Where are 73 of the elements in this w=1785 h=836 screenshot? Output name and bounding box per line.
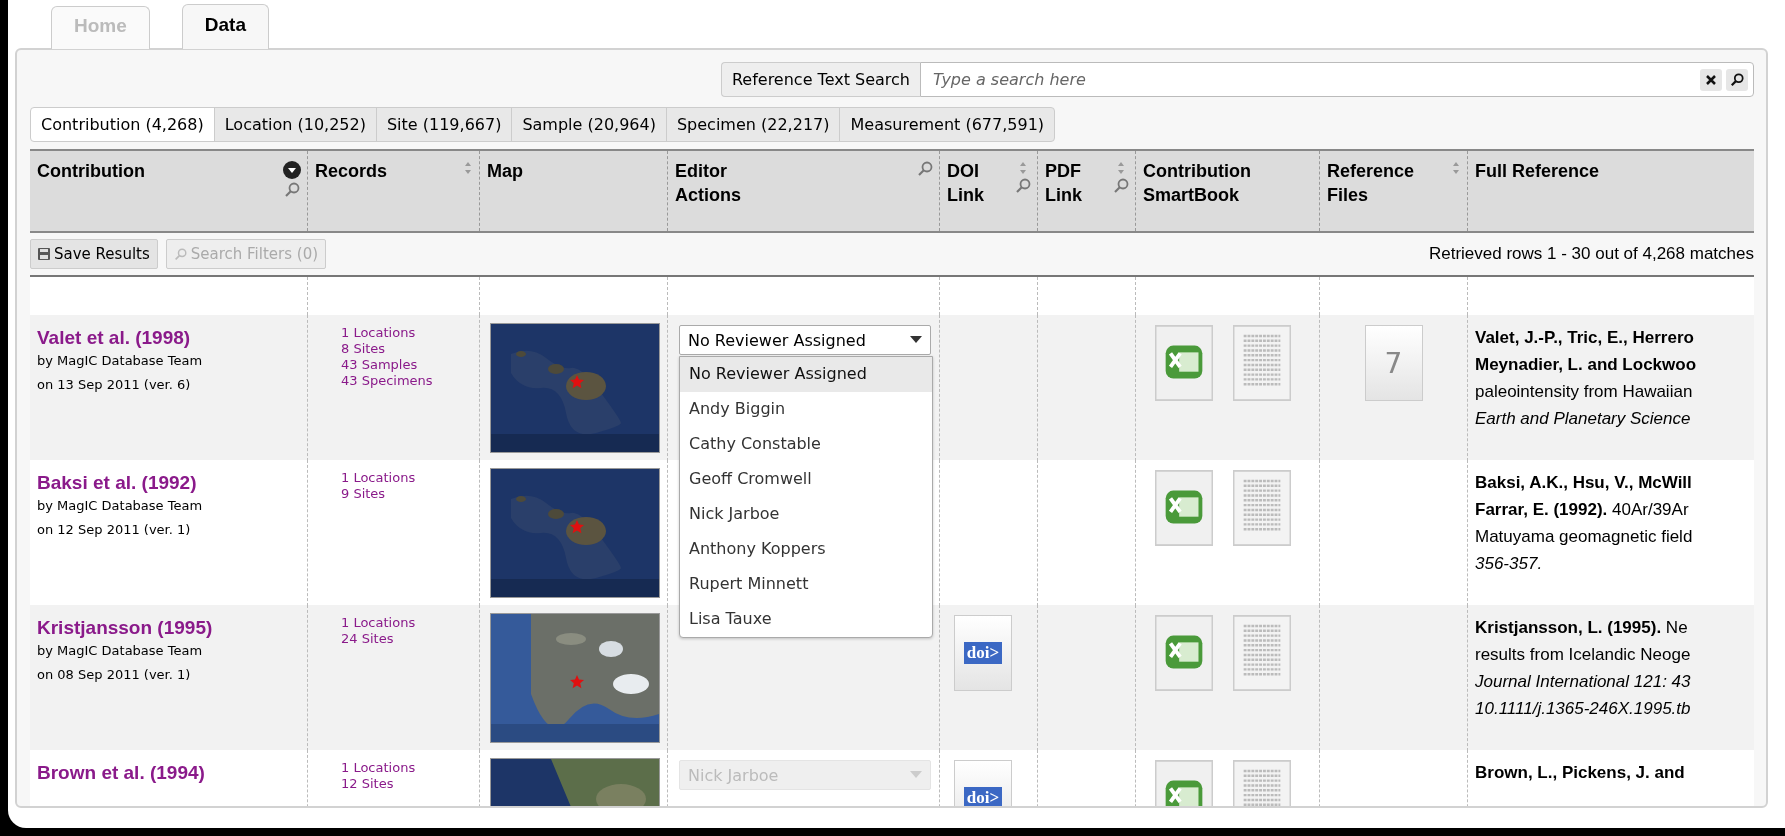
doi-link[interactable]: doi> <box>954 615 1012 691</box>
search-box[interactable]: Type a search here <box>920 62 1754 97</box>
column-header: DOI Link <box>947 160 984 207</box>
reference-text: Brown, L., Pickens, J. and <box>1475 762 1686 784</box>
records-link[interactable]: 9 Sites <box>341 486 386 502</box>
column-header: Map <box>487 160 523 183</box>
reviewer-option[interactable]: Anthony Koppers <box>680 532 932 567</box>
column-header: Reference Files <box>1327 160 1415 207</box>
caret-icon <box>910 771 922 779</box>
records-link[interactable]: 1 Locations <box>341 470 416 486</box>
nav-tab[interactable]: Data <box>181 4 269 49</box>
search-field[interactable]: Type a search here <box>931 69 1696 90</box>
entity-tab[interactable]: Contribution (4,268) <box>30 107 215 142</box>
author-text: by MagIC Database Team <box>37 497 204 515</box>
contribution-link[interactable]: Brown et al. (1994) <box>37 762 300 784</box>
contribution-link[interactable]: Valet et al. (1998) <box>37 327 300 349</box>
reviewer-option[interactable]: Rupert Minnett <box>680 567 932 602</box>
doi-link[interactable]: doi> <box>954 760 1012 806</box>
reviewer-option[interactable]: Lisa Tauxe <box>680 602 932 637</box>
reviewer-select[interactable]: No Reviewer Assigned <box>679 325 931 355</box>
search-icon <box>173 247 187 261</box>
contribution-link[interactable]: Kristjansson (1995) <box>37 617 300 639</box>
date-text: on 08 Sep 2011 (ver. 1) <box>37 666 192 684</box>
records-link[interactable]: 8 Sites <box>341 341 386 357</box>
reviewer-option[interactable]: Cathy Constable <box>680 427 932 462</box>
spreadsheet-icon[interactable] <box>1155 470 1213 546</box>
records-link[interactable]: 1 Locations <box>341 325 416 341</box>
document-icon[interactable] <box>1233 325 1291 401</box>
spreadsheet-icon[interactable] <box>1155 615 1213 691</box>
search-icon[interactable] <box>1726 68 1748 91</box>
date-text: on 13 Sep 2011 (ver. 6) <box>37 376 192 394</box>
records-link[interactable]: 1 Locations <box>341 615 416 631</box>
sort-menu-icon[interactable] <box>283 161 301 179</box>
sort-icon[interactable] <box>1451 161 1461 175</box>
reference-text: Valet, J.-P., Tric, E., Herrero Meynadier, L. and Lockwoo paleointensity from Hawaiian Earth and Planetary Science <box>1475 327 1698 430</box>
column-header: Editor Actions <box>675 160 741 207</box>
author-text: by MagIC Database Team <box>37 352 204 370</box>
entity-tab[interactable]: Measurement (677,591) <box>839 107 1056 142</box>
sort-icon[interactable] <box>1018 161 1028 175</box>
entity-tab[interactable]: Sample (20,964) <box>511 107 667 142</box>
reference-text: Kristjansson, L. (1995). Ne results from Icelandic Neoge Journal International 121: 43 10.1111/j.1365-246X.1995.tb <box>1475 617 1692 720</box>
entity-tab[interactable]: Location (10,252) <box>213 107 377 142</box>
reference-text: Baksi, A.K., Hsu, V., McWill Farrar, E. (1992). 40Ar/39Ar Matuyama geomagnetic field 356-357. <box>1475 472 1694 575</box>
contribution-link[interactable]: Baksi et al. (1992) <box>37 472 300 494</box>
reviewer-option[interactable]: No Reviewer Assigned <box>680 357 932 392</box>
save-results-button[interactable]: Save Results <box>30 239 158 269</box>
records-link[interactable]: 43 Samples <box>341 357 418 373</box>
records-link[interactable]: 1 Locations <box>341 760 416 776</box>
close-icon[interactable] <box>1700 68 1722 91</box>
entity-tab[interactable]: Specimen (22,217) <box>665 107 841 142</box>
records-link[interactable]: 24 Sites <box>341 631 394 647</box>
column-header: Contribution <box>37 160 145 183</box>
column-header: Contribution SmartBook <box>1143 160 1251 207</box>
records-link[interactable]: 12 Sites <box>341 776 394 792</box>
author-text: by MagIC Database Team <box>37 642 204 660</box>
results-count: Retrieved rows 1 - 30 out of 4,268 matches <box>1428 244 1754 264</box>
document-icon[interactable] <box>1233 470 1291 546</box>
search-label: Reference Text Search <box>720 62 920 97</box>
entity-tab[interactable]: Site (119,667) <box>375 107 513 142</box>
save-icon <box>38 248 50 260</box>
sort-icon[interactable] <box>1116 161 1126 175</box>
caret-icon <box>910 336 922 344</box>
column-header: Full Reference <box>1475 160 1600 183</box>
reviewer-option[interactable]: Nick Jarboe <box>680 497 932 532</box>
column-header: Records <box>315 160 388 183</box>
reviewer-option[interactable]: Geoff Cromwell <box>680 462 932 497</box>
reviewer-option[interactable]: Andy Biggin <box>680 392 932 427</box>
sort-icon[interactable] <box>463 161 473 175</box>
date-text: on 12 Sep 2011 (ver. 1) <box>37 521 192 539</box>
column-header: PDF Link <box>1045 160 1082 207</box>
spreadsheet-icon[interactable] <box>1155 325 1213 401</box>
document-icon[interactable] <box>1233 615 1291 691</box>
records-link[interactable]: 43 Specimens <box>341 373 433 389</box>
